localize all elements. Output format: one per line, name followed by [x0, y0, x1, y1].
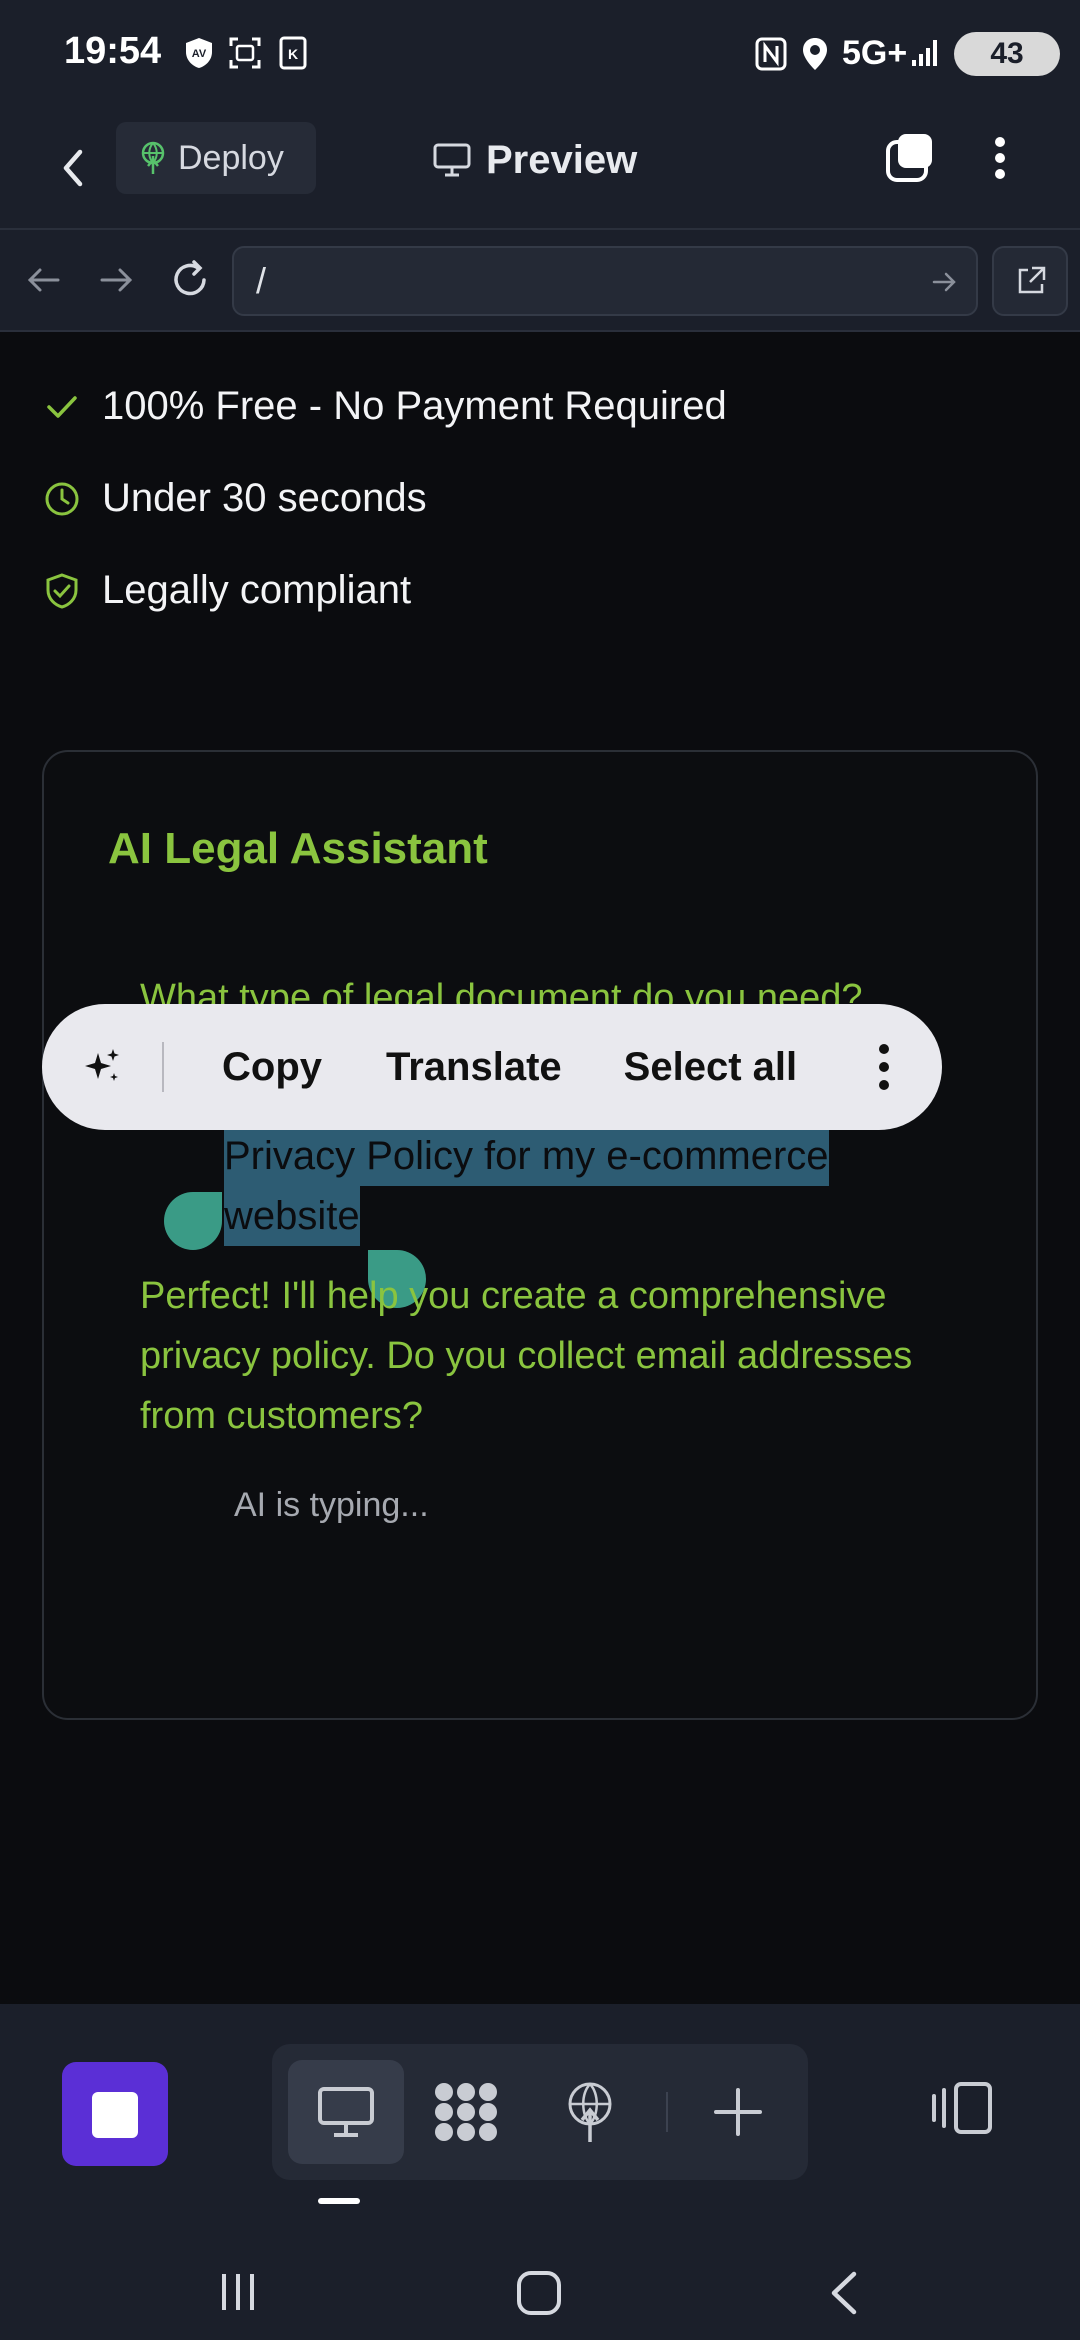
screenshot-icon	[229, 37, 261, 69]
svg-text:AV: AV	[192, 48, 207, 60]
recent-apps-icon[interactable]	[216, 2270, 260, 2314]
user-message-line: Privacy Policy for my e-commerce	[224, 1126, 829, 1186]
status-time: 19:54	[64, 30, 162, 72]
more-options-icon[interactable]	[980, 128, 1020, 188]
sparkle-icon	[85, 1049, 119, 1081]
url-input[interactable]: /	[232, 246, 978, 316]
deploy-label: Deploy	[178, 138, 284, 177]
av-shield-icon: AV	[186, 38, 212, 68]
location-icon	[803, 38, 827, 70]
layout-toggle-icon[interactable]	[928, 2080, 994, 2136]
ai-assist-button[interactable]	[42, 1045, 162, 1089]
deploy-globe-icon	[568, 2082, 612, 2142]
deploy-button[interactable]: Deploy	[116, 122, 316, 194]
feature-item: Legally compliant	[44, 568, 411, 613]
add-button[interactable]	[680, 2060, 796, 2164]
page-title-label: Preview	[486, 137, 638, 182]
view-toolbar	[272, 2044, 808, 2180]
browser-bar: /	[0, 228, 1080, 332]
shield-check-icon	[46, 572, 78, 609]
toolbar-divider	[666, 2092, 668, 2132]
more-menu-icon[interactable]	[874, 1042, 894, 1092]
stop-button[interactable]	[62, 2062, 168, 2166]
bottom-toolbar	[0, 2004, 1080, 2340]
nfc-icon	[755, 37, 787, 71]
tabs-icon[interactable]	[880, 128, 940, 188]
external-link-icon	[1018, 266, 1046, 294]
menu-divider	[162, 1042, 164, 1092]
preview-view-button[interactable]	[288, 2060, 404, 2164]
monitor-icon	[433, 143, 471, 177]
translate-menu-item[interactable]: Translate	[386, 1045, 562, 1090]
user-message-line: website	[224, 1186, 360, 1246]
battery-indicator: 43	[954, 32, 1060, 76]
app-header: Deploy Preview	[0, 108, 1080, 228]
clock-icon	[45, 482, 79, 515]
back-arrow-icon[interactable]	[50, 138, 106, 198]
home-icon[interactable]	[516, 2270, 562, 2316]
deploy-view-button[interactable]	[532, 2060, 648, 2164]
svg-text:K: K	[288, 46, 298, 62]
integrations-button[interactable]	[408, 2060, 524, 2164]
page-title: Preview	[432, 130, 637, 190]
tab-indicator	[318, 2198, 360, 2204]
plus-icon	[714, 2088, 762, 2136]
text-selection-menu: Copy Translate Select all	[42, 1004, 942, 1130]
assistant-answer: Perfect! I'll help you create a comprehe…	[140, 1275, 913, 1437]
browser-back-icon[interactable]	[18, 254, 70, 306]
feature-label: 100% Free - No Payment Required	[102, 384, 727, 428]
open-external-button[interactable]	[992, 246, 1068, 316]
feature-label: Under 30 seconds	[102, 476, 427, 520]
copy-menu-item[interactable]: Copy	[222, 1045, 322, 1090]
url-text: /	[256, 260, 267, 301]
selection-start-handle[interactable]	[164, 1192, 222, 1250]
user-message[interactable]: Privacy Policy for my e-commerce website	[224, 1126, 924, 1246]
feature-label: Legally compliant	[102, 568, 412, 612]
select-all-menu-item[interactable]: Select all	[624, 1045, 797, 1090]
status-bar: 19:54 AV K 5G+ 43	[0, 0, 1080, 108]
k-app-icon: K	[279, 36, 307, 70]
card-title: AI Legal Assistant	[108, 824, 488, 873]
network-label: 5G+	[842, 34, 908, 72]
webview-content: 100% Free - No Payment Required Under 30…	[0, 332, 1080, 2004]
signal-icon	[912, 40, 937, 66]
deploy-globe-icon	[141, 141, 165, 174]
feature-item: 100% Free - No Payment Required	[44, 384, 727, 429]
browser-forward-icon[interactable]	[90, 254, 142, 306]
stop-icon	[92, 2092, 138, 2138]
monitor-icon	[318, 2087, 374, 2137]
feature-item: Under 30 seconds	[44, 476, 427, 521]
reload-icon[interactable]	[164, 254, 216, 306]
go-arrow-icon[interactable]	[928, 266, 960, 298]
ai-assistant-card: AI Legal Assistant What type of legal do…	[42, 750, 1038, 1720]
nav-back-icon[interactable]	[826, 2270, 862, 2316]
typing-indicator: AI is typing...	[234, 1486, 429, 1524]
integrations-icon	[435, 2083, 497, 2141]
check-icon	[47, 395, 77, 418]
